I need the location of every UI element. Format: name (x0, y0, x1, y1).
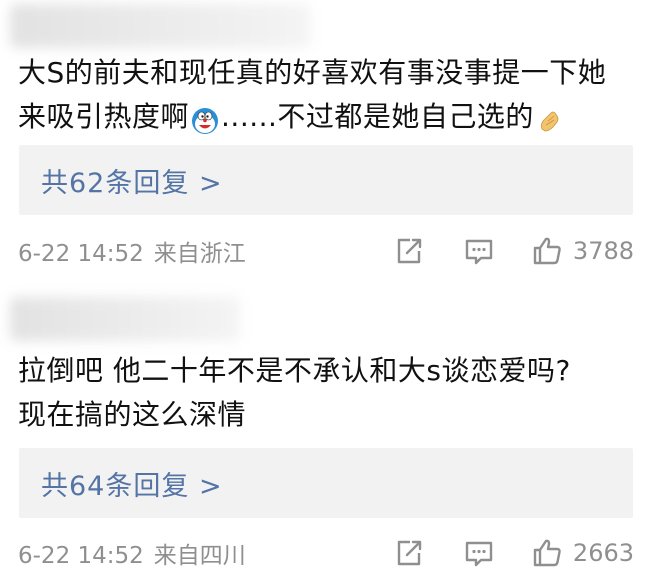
doraemon-face-emoji (191, 104, 219, 134)
like-count: 3788 (572, 237, 634, 265)
comment-actions: 2663 (393, 537, 634, 569)
comment-date: 6-22 14:52 (18, 241, 144, 267)
comment-actions: 3788 (393, 235, 634, 267)
comment-text-line: 拉倒吧 他二十年不是不承认和大s谈恋爱吗? (18, 354, 571, 387)
like-count: 2663 (572, 539, 634, 567)
comment-icon[interactable] (463, 537, 495, 569)
share-icon[interactable] (393, 537, 425, 569)
comment-text-line: 现在搞的这么深情 (18, 398, 247, 431)
comment-text-line: 来吸引热度啊 ......不过都是她自己选的 (18, 95, 644, 139)
comment-item: 大S的前夫和现任真的好喜欢有事没事提一下她 来吸引热度啊 ......不过都是她… (0, 0, 660, 283)
thumbs-up-icon[interactable] (531, 235, 563, 267)
reply-box[interactable]: 共64条回复 > (19, 448, 633, 518)
comment-text-line: 大S的前夫和现任真的好喜欢有事没事提一下她 (18, 56, 607, 89)
share-icon[interactable] (393, 235, 425, 267)
pinched-fingers-emoji (536, 104, 564, 132)
reply-box[interactable]: 共62条回复 > (19, 145, 633, 215)
comment-footer: 6-22 14:52 来自浙江 3788 (18, 231, 634, 271)
comment-meta: 6-22 14:52 来自四川 (18, 536, 246, 570)
comment-meta: 6-22 14:52 来自浙江 (18, 234, 246, 268)
comment-text: 拉倒吧 他二十年不是不承认和大s谈恋爱吗? 现在搞的这么深情 (18, 349, 644, 437)
comment-footer: 6-22 14:52 来自四川 2663 (18, 533, 634, 573)
comment-item: 拉倒吧 他二十年不是不承认和大s谈恋爱吗? 现在搞的这么深情 共64条回复 > … (0, 283, 660, 583)
comment-text-segment: ......不过都是她自己选的 (221, 100, 534, 133)
comment-location: 来自浙江 (153, 241, 246, 267)
comment-location: 来自四川 (153, 543, 246, 569)
view-replies-link[interactable]: 共64条回复 > (41, 464, 223, 503)
blurred-username (10, 297, 240, 341)
view-replies-link[interactable]: 共62条回复 > (41, 161, 223, 200)
comment-text: 大S的前夫和现任真的好喜欢有事没事提一下她 来吸引热度啊 ......不过都是她… (18, 51, 644, 139)
comment-text-segment: 来吸引热度啊 (18, 100, 190, 133)
thumbs-up-icon[interactable] (531, 537, 563, 569)
comment-date: 6-22 14:52 (18, 543, 144, 569)
comment-icon[interactable] (463, 235, 495, 267)
blurred-username (10, 4, 310, 48)
